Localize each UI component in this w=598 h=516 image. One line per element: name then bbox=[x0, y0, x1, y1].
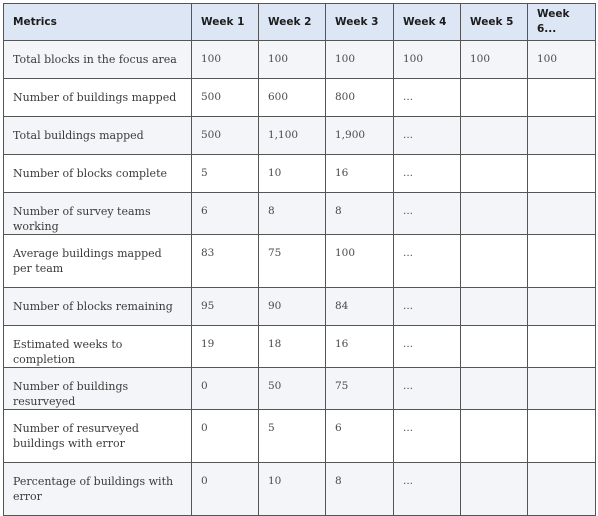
cell-week-5 bbox=[460, 154, 528, 193]
cell-week-2: 5 bbox=[258, 409, 326, 463]
cell-week-1: 0 bbox=[191, 367, 259, 410]
cell-week-2: 75 bbox=[258, 234, 326, 288]
cell-week-5 bbox=[460, 234, 528, 288]
table-row: Average buildings mapped per team 83 75 100… bbox=[3, 234, 596, 288]
cell-week-6 bbox=[527, 287, 596, 326]
cell-week-2: 600 bbox=[258, 78, 326, 117]
cell-week-6 bbox=[527, 154, 596, 193]
header-week-4: Week 4 bbox=[393, 3, 461, 41]
cell-week-3: 100 bbox=[325, 234, 394, 288]
cell-week-6 bbox=[527, 192, 596, 235]
cell-week-5 bbox=[460, 409, 528, 463]
cell-week-3: 100 bbox=[325, 40, 394, 79]
table-row: Percentage of buildings with error 0 10 8..… bbox=[3, 462, 596, 516]
metric-label: Number of survey teams working bbox=[3, 192, 192, 235]
cell-week-5 bbox=[460, 325, 528, 368]
cell-week-2: 10 bbox=[258, 462, 326, 516]
metrics-table: Metrics Week 1 Week 2 Week 3 Week 4 Week… bbox=[3, 3, 596, 516]
metric-label: Number of resurveyed buildings with erro… bbox=[3, 409, 192, 463]
cell-week-2: 100 bbox=[258, 40, 326, 79]
cell-week-4: ... bbox=[393, 192, 461, 235]
metric-label: Average buildings mapped per team bbox=[3, 234, 192, 288]
cell-week-6 bbox=[527, 234, 596, 288]
cell-week-3: 84 bbox=[325, 287, 394, 326]
cell-week-5 bbox=[460, 78, 528, 117]
cell-week-4: ... bbox=[393, 409, 461, 463]
header-week-1: Week 1 bbox=[191, 3, 259, 41]
cell-week-2: 18 bbox=[258, 325, 326, 368]
cell-week-4: 100 bbox=[393, 40, 461, 79]
cell-week-5 bbox=[460, 192, 528, 235]
cell-week-2: 10 bbox=[258, 154, 326, 193]
cell-week-1: 0 bbox=[191, 409, 259, 463]
cell-week-1: 0 bbox=[191, 462, 259, 516]
cell-week-5 bbox=[460, 367, 528, 410]
cell-week-4: ... bbox=[393, 462, 461, 516]
metric-label: Total buildings mapped bbox=[3, 116, 192, 155]
cell-week-2: 90 bbox=[258, 287, 326, 326]
cell-week-2: 1,100 bbox=[258, 116, 326, 155]
cell-week-4: ... bbox=[393, 154, 461, 193]
cell-week-1: 95 bbox=[191, 287, 259, 326]
header-week-5: Week 5 bbox=[460, 3, 528, 41]
table-row: Number of buildings resurveyed 0 50 75... bbox=[3, 367, 596, 410]
table-row: Total blocks in the focus area 100 100 100 1… bbox=[3, 40, 596, 79]
cell-week-1: 500 bbox=[191, 116, 259, 155]
metric-label: Number of buildings mapped bbox=[3, 78, 192, 117]
cell-week-4: ... bbox=[393, 78, 461, 117]
cell-week-5 bbox=[460, 462, 528, 516]
cell-week-6 bbox=[527, 462, 596, 516]
table-row: Total buildings mapped 500 1,100 1,900... bbox=[3, 116, 596, 155]
header-week-6: Week 6... bbox=[527, 3, 596, 41]
cell-week-3: 16 bbox=[325, 325, 394, 368]
metric-label: Number of buildings resurveyed bbox=[3, 367, 192, 410]
cell-week-3: 800 bbox=[325, 78, 394, 117]
cell-week-1: 83 bbox=[191, 234, 259, 288]
cell-week-6 bbox=[527, 116, 596, 155]
table-row: Number of survey teams working 6 8 8... bbox=[3, 192, 596, 235]
metric-label: Total blocks in the focus area bbox=[3, 40, 192, 79]
cell-week-6 bbox=[527, 325, 596, 368]
cell-week-1: 5 bbox=[191, 154, 259, 193]
cell-week-4: ... bbox=[393, 287, 461, 326]
metric-label: Estimated weeks to completion bbox=[3, 325, 192, 368]
table-row: Number of blocks complete 5 10 16... bbox=[3, 154, 596, 193]
cell-week-3: 16 bbox=[325, 154, 394, 193]
table-row: Estimated weeks to completion 19 18 16... bbox=[3, 325, 596, 368]
cell-week-2: 50 bbox=[258, 367, 326, 410]
metric-label: Number of blocks complete bbox=[3, 154, 192, 193]
cell-week-3: 8 bbox=[325, 192, 394, 235]
cell-week-4: ... bbox=[393, 116, 461, 155]
cell-week-3: 75 bbox=[325, 367, 394, 410]
cell-week-6 bbox=[527, 78, 596, 117]
cell-week-5: 100 bbox=[460, 40, 528, 79]
cell-week-3: 8 bbox=[325, 462, 394, 516]
header-metrics: Metrics bbox=[3, 3, 192, 41]
header-week-3: Week 3 bbox=[325, 3, 394, 41]
cell-week-3: 1,900 bbox=[325, 116, 394, 155]
metric-label: Percentage of buildings with error bbox=[3, 462, 192, 516]
header-week-2: Week 2 bbox=[258, 3, 326, 41]
cell-week-4: ... bbox=[393, 325, 461, 368]
cell-week-6 bbox=[527, 409, 596, 463]
cell-week-6: 100 bbox=[527, 40, 596, 79]
cell-week-4: ... bbox=[393, 367, 461, 410]
cell-week-1: 500 bbox=[191, 78, 259, 117]
cell-week-5 bbox=[460, 287, 528, 326]
header-row: Metrics Week 1 Week 2 Week 3 Week 4 Week… bbox=[3, 3, 596, 41]
table-row: Number of buildings mapped 500 600 800... bbox=[3, 78, 596, 117]
cell-week-1: 19 bbox=[191, 325, 259, 368]
metric-label: Number of blocks remaining bbox=[3, 287, 192, 326]
cell-week-5 bbox=[460, 116, 528, 155]
cell-week-6 bbox=[527, 367, 596, 410]
table-row: Number of resurveyed buildings with erro… bbox=[3, 409, 596, 463]
cell-week-2: 8 bbox=[258, 192, 326, 235]
cell-week-3: 6 bbox=[325, 409, 394, 463]
cell-week-4: ... bbox=[393, 234, 461, 288]
table-row: Number of blocks remaining 95 90 84... bbox=[3, 287, 596, 326]
cell-week-1: 6 bbox=[191, 192, 259, 235]
cell-week-1: 100 bbox=[191, 40, 259, 79]
